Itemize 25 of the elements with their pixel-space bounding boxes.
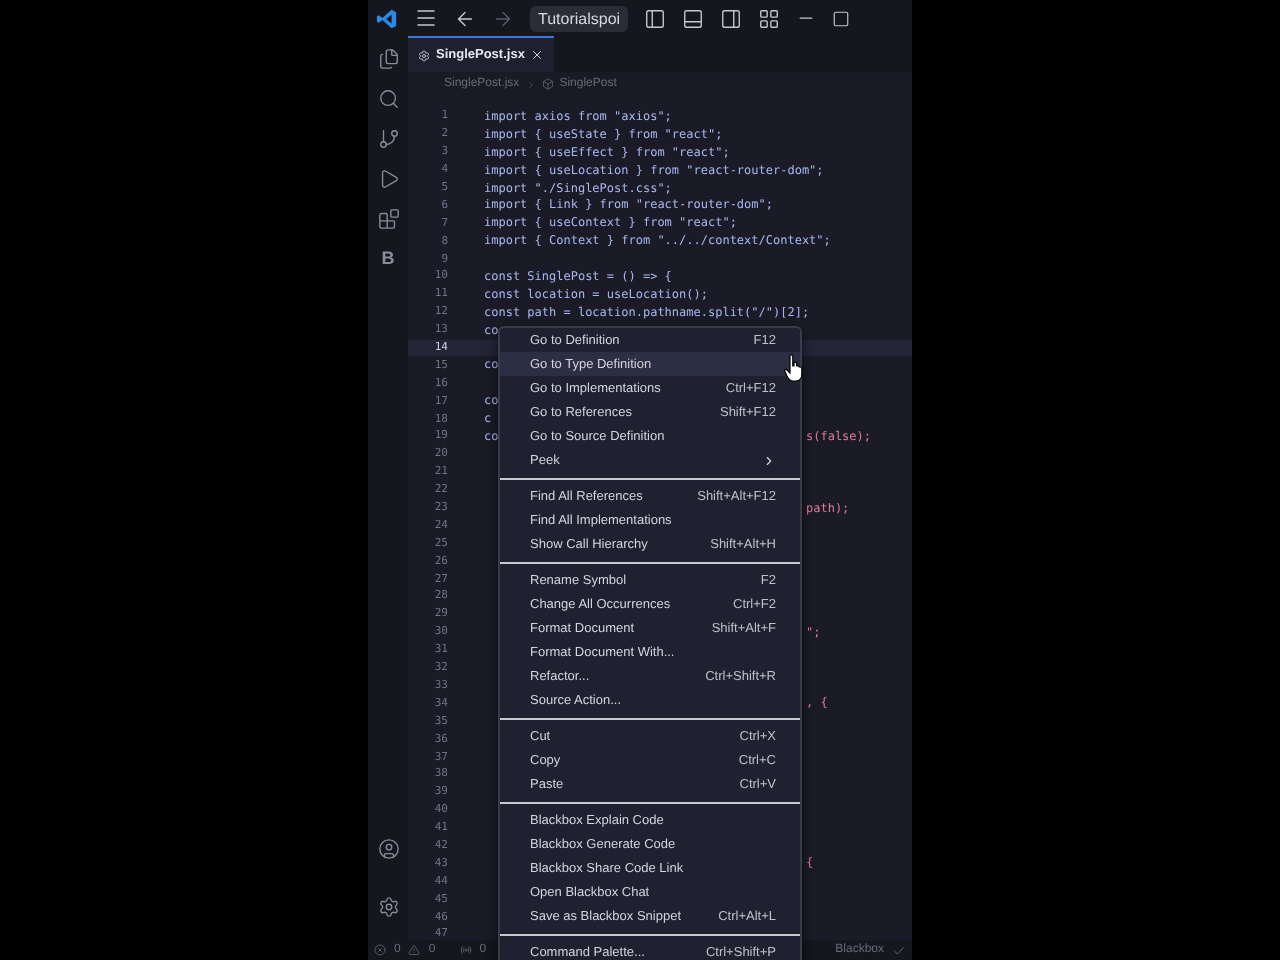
- run-debug-icon[interactable]: [377, 168, 399, 190]
- back-icon[interactable]: [454, 7, 476, 29]
- settings-icon[interactable]: [377, 896, 399, 918]
- search-icon[interactable]: [377, 88, 399, 110]
- error-icon[interactable]: [374, 944, 386, 956]
- panel-toggle-icon[interactable]: [682, 7, 705, 29]
- extension-label[interactable]: B: [381, 248, 395, 268]
- secondary-sidebar-icon[interactable]: [720, 7, 743, 29]
- explorer-icon[interactable]: [377, 48, 399, 70]
- layout-icon[interactable]: [758, 7, 781, 29]
- submenu-chevron-icon: [762, 453, 776, 467]
- warning-icon[interactable]: [408, 944, 421, 956]
- app-logo-icon[interactable]: [376, 7, 398, 29]
- search-field[interactable]: Tutorialspoi: [530, 5, 629, 31]
- symbol-icon[interactable]: [541, 78, 554, 90]
- extensions-icon[interactable]: [377, 208, 399, 230]
- close-icon[interactable]: [530, 48, 545, 62]
- hand-pointer-icon: [784, 354, 804, 382]
- sidebar-toggle-icon[interactable]: [644, 7, 667, 29]
- check-icon[interactable]: [892, 943, 906, 957]
- file-type-icon[interactable]: [418, 49, 430, 61]
- maximize-icon[interactable]: [832, 9, 851, 27]
- account-icon[interactable]: [377, 838, 399, 860]
- menu-icon[interactable]: [414, 6, 438, 30]
- source-control-icon[interactable]: [377, 128, 399, 150]
